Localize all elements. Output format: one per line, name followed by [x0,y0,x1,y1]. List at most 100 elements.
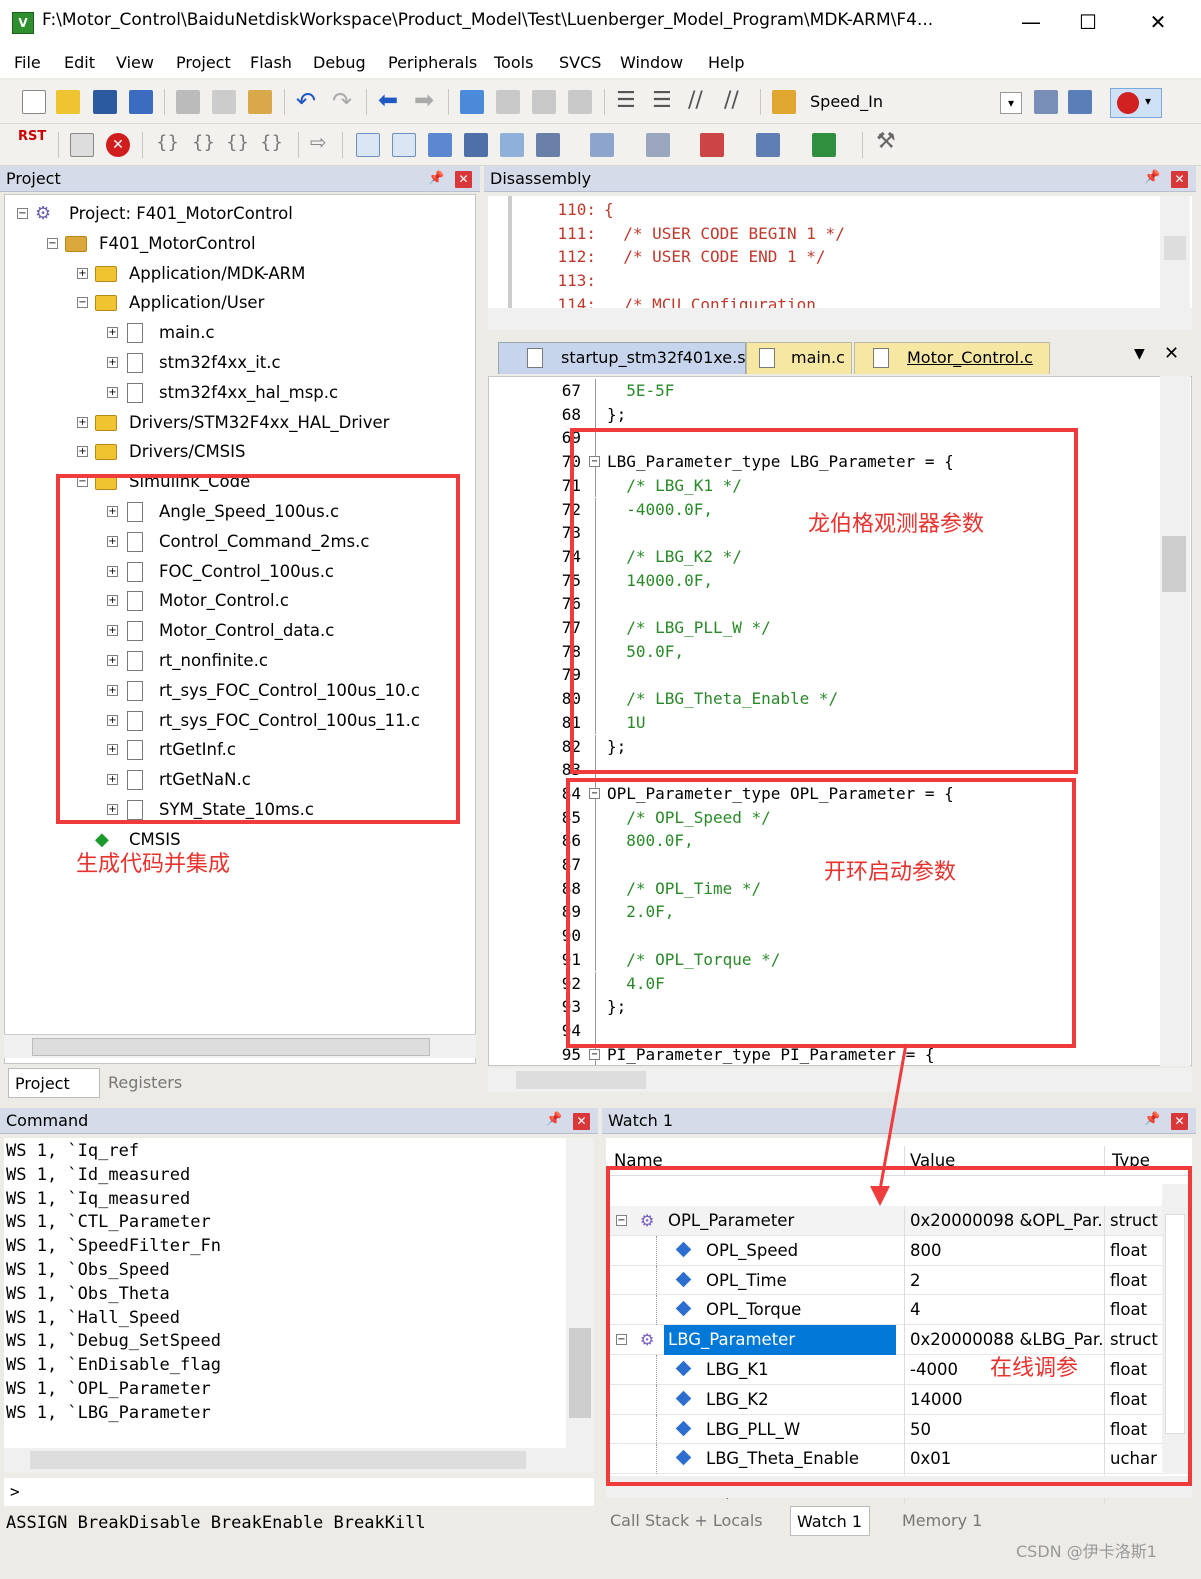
navigate-forward-icon[interactable]: ➡ [414,86,434,114]
expand-toggle-icon[interactable]: − [77,297,88,309]
tree-item[interactable]: + stm32f4xx_it.c [5,348,475,378]
target-combo[interactable]: Speed_In [810,92,883,111]
minimize-button[interactable]: — [1001,6,1061,40]
stop-icon[interactable]: ✕ [106,133,130,157]
indent-icon[interactable]: ☰ [616,88,636,113]
tab-watch1[interactable]: Watch 1 [790,1506,870,1536]
editor-close-icon[interactable]: ✕ [1164,343,1179,364]
new-file-icon[interactable] [22,90,46,114]
menu-project[interactable]: Project [176,53,231,72]
scroll-thumb[interactable] [1162,536,1186,592]
tab-startup[interactable]: startup_stm32f401xe.s [498,342,746,374]
tree-item[interactable]: + Drivers/STM32F4xx_HAL_Driver [5,408,475,438]
open-folder-icon[interactable] [56,90,80,114]
menu-help[interactable]: Help [708,53,744,72]
tree-item[interactable]: + Drivers/CMSIS [5,437,475,467]
editor-hscroll[interactable] [488,1068,1192,1092]
menu-flash[interactable]: Flash [250,53,292,72]
command-close-button[interactable]: ✕ [573,1113,590,1130]
project-panel-close-button[interactable]: ✕ [455,171,472,188]
menu-peripherals[interactable]: Peripherals [388,53,477,72]
project-hscroll[interactable] [4,1034,476,1058]
tab-call-stack[interactable]: Call Stack + Locals [610,1506,763,1536]
tab-list-dropdown-icon[interactable]: ▼ [1134,346,1145,362]
expand-toggle-icon[interactable]: + [107,386,118,398]
clear-bookmarks-icon[interactable] [568,90,592,114]
save-icon[interactable] [93,90,117,114]
expand-toggle-icon[interactable]: + [107,357,118,368]
tab-registers[interactable]: Registers [108,1068,182,1098]
menu-file[interactable]: File [14,53,41,72]
redo-icon[interactable]: ↷ [332,87,352,115]
cut-icon[interactable] [176,90,200,114]
menu-svcs[interactable]: SVCS [559,53,601,72]
paste-icon[interactable] [248,90,272,114]
tree-item[interactable]: − Application/User [5,288,475,318]
show-next-statement-icon[interactable]: ⇨ [310,130,327,154]
close-button[interactable]: ✕ [1128,6,1188,40]
analysis-window-icon[interactable] [700,133,724,157]
command-vscroll[interactable] [566,1138,594,1448]
editor-vscroll[interactable] [1160,376,1190,1066]
tree-item[interactable]: − F401_MotorControl [5,229,475,259]
fold-toggle-icon[interactable]: − [589,1048,600,1060]
comment-icon[interactable]: // [688,88,703,113]
save-all-icon[interactable] [129,90,153,114]
toolbox-icon[interactable]: ⚒ [876,129,896,154]
run-to-cursor-icon[interactable]: {} [260,132,283,153]
menu-tools[interactable]: Tools [494,53,533,72]
expand-toggle-icon[interactable]: + [77,267,88,279]
debug-settings-icon[interactable] [1068,90,1092,114]
pin-icon[interactable]: 📌 [1144,171,1160,185]
find-icon[interactable] [1034,90,1058,114]
debug-session-button[interactable]: ▾ [1110,88,1162,118]
tree-item[interactable]: − ⚙ Project: F401_MotorControl [5,199,475,229]
next-bookmark-icon[interactable] [532,90,556,114]
prev-bookmark-icon[interactable] [496,90,520,114]
expand-toggle-icon[interactable]: + [77,446,88,458]
scroll-thumb[interactable] [1164,236,1186,260]
disassembly-hscroll[interactable] [488,308,1192,330]
scroll-thumb[interactable] [30,1451,526,1469]
serial-window-icon[interactable] [646,133,670,157]
reset-icon[interactable]: RST [18,130,46,144]
symbols-window-icon[interactable] [428,133,452,157]
scroll-thumb[interactable] [569,1328,591,1418]
find-in-files-icon[interactable] [772,90,796,114]
registers-window-icon[interactable] [464,133,488,157]
tree-item[interactable]: + Application/MDK-ARM [5,259,475,289]
pin-icon[interactable]: 📌 [1144,1113,1160,1127]
expand-toggle-icon[interactable]: + [107,327,118,339]
disassembly-close-button[interactable]: ✕ [1171,171,1188,188]
tab-motor-control[interactable]: Motor_Control.c [854,342,1050,374]
tree-item[interactable]: + stm32f4xx_hal_msp.c [5,378,475,408]
trace-window-icon[interactable] [756,133,780,157]
scroll-thumb[interactable] [516,1071,646,1089]
pin-icon[interactable]: 📌 [428,172,444,186]
command-input[interactable]: > [4,1478,594,1506]
maximize-button[interactable]: ☐ [1058,6,1118,40]
undo-icon[interactable]: ↶ [296,87,316,115]
call-stack-window-icon[interactable] [500,133,524,157]
bookmark-icon[interactable] [460,90,484,114]
tab-main[interactable]: main.c [746,342,852,374]
menu-view[interactable]: View [116,53,154,72]
expand-toggle-icon[interactable]: + [77,416,88,428]
memory-window-icon[interactable] [590,133,614,157]
menu-debug[interactable]: Debug [313,53,366,72]
disassembly-window-icon[interactable] [392,133,416,157]
command-hscroll[interactable] [4,1448,594,1472]
pin-icon[interactable]: 📌 [546,1113,562,1127]
navigate-back-icon[interactable]: ⬅ [378,86,398,114]
watch-window-icon[interactable] [536,133,560,157]
expand-toggle-icon[interactable]: − [47,237,58,249]
copy-icon[interactable] [212,90,236,114]
step-icon[interactable]: {} [156,132,179,153]
unindent-icon[interactable]: ☰ [652,88,672,113]
scroll-thumb[interactable] [32,1038,430,1056]
watch-close-button[interactable]: ✕ [1171,1113,1188,1130]
uncomment-icon[interactable]: // [724,88,739,113]
run-icon[interactable] [70,133,94,157]
tab-memory1[interactable]: Memory 1 [902,1506,982,1536]
system-viewer-icon[interactable] [812,133,836,157]
